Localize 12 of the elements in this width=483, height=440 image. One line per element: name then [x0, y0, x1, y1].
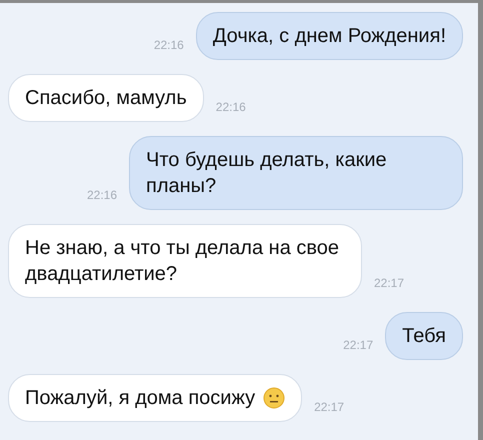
- message-text: Не знаю, а что ты делала на свое двадцатилетие?: [25, 236, 340, 287]
- message-time: 22:16: [86, 188, 117, 204]
- message-time: 22:16: [216, 100, 246, 116]
- message-text: Пожалуй, я дома посижу: [25, 386, 256, 411]
- message-time: 22:17: [374, 276, 404, 292]
- message-text: Тебя: [402, 324, 446, 349]
- message-text: Спасибо, мамуль: [25, 86, 187, 111]
- message-time: 22:17: [314, 400, 344, 416]
- message-time: 22:17: [343, 338, 374, 354]
- message-time: 22:16: [154, 38, 184, 54]
- message-text: Что будешь делать, какие планы?: [146, 148, 388, 199]
- message-text: Дочка, с днем Рождения!: [212, 24, 446, 49]
